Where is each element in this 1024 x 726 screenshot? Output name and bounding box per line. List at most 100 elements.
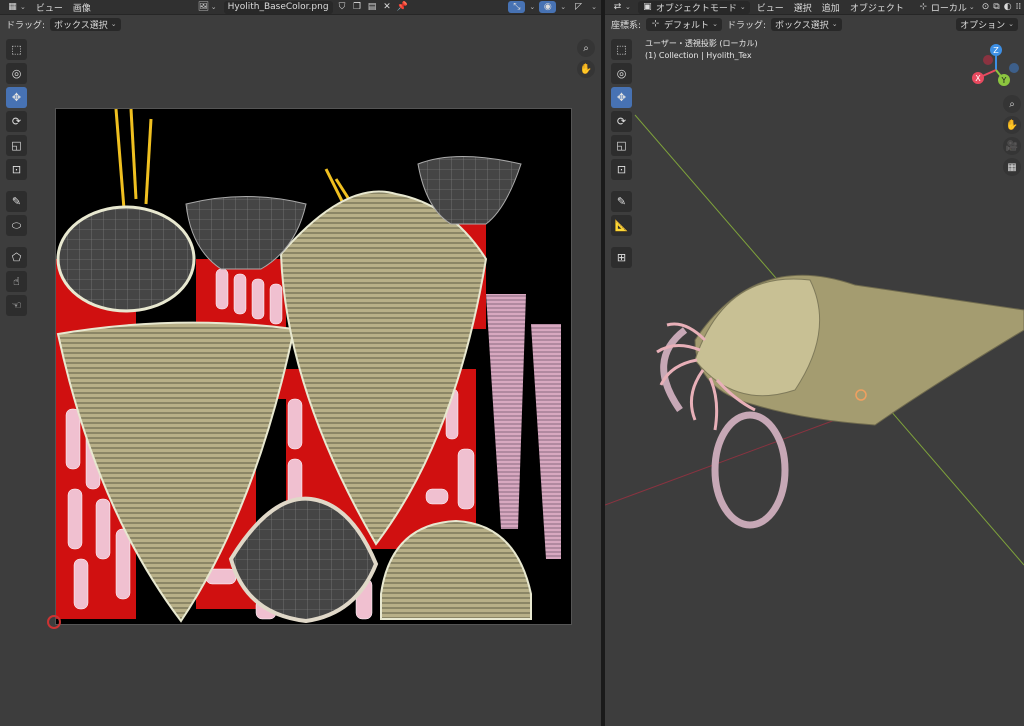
rotate-tool[interactable]: ⟳ — [6, 111, 27, 132]
transform-tool[interactable]: ⊡ — [6, 159, 27, 180]
coord-label: 座標系: — [611, 20, 642, 31]
editor-type-button[interactable]: ⇄ ⌄ — [609, 1, 634, 13]
gizmo-icon: ◸ — [575, 1, 583, 12]
scale-tool[interactable]: ◱ — [611, 135, 632, 156]
scale-icon: ◱ — [11, 139, 22, 152]
cursor-tool[interactable]: ◎ — [611, 63, 632, 84]
overlay-button[interactable]: ◉ — [539, 1, 557, 13]
rip-tool[interactable]: ⬠ — [6, 247, 27, 268]
viewport-tool-settings: 座標系: ⊹ デフォルト ⌄ ドラッグ: ボックス選択 ⌄ オプション ⌄ — [605, 16, 1024, 32]
snap-icon[interactable]: ⧉ — [993, 2, 999, 13]
gizmo-z-label: Z — [993, 46, 999, 55]
gizmo-x-label: X — [975, 74, 981, 83]
add-cube-tool[interactable]: ⊞ — [611, 247, 632, 268]
camera-icon[interactable]: 🎥 — [1003, 137, 1021, 155]
menu-view[interactable]: ビュー — [754, 1, 787, 14]
transform-tool[interactable]: ⊡ — [611, 159, 632, 180]
drag-dropdown[interactable]: ボックス選択 ⌄ — [770, 17, 842, 31]
close-icon[interactable]: ✕ — [382, 2, 393, 13]
coord-icon: ⊹ — [651, 18, 660, 29]
annotate-icon: ✎ — [11, 195, 22, 208]
move-icon: ✥ — [616, 91, 627, 104]
cursor-tool[interactable]: ◎ — [6, 63, 27, 84]
annotate-icon: ✎ — [616, 195, 627, 208]
image-tool-settings: ドラッグ: ボックス選択 ⌄ — [0, 16, 601, 32]
image-nav-gizmo: ⌕ ✋ — [577, 39, 595, 78]
coord-dropdown[interactable]: ⊹ デフォルト ⌄ — [646, 17, 722, 31]
uv-sync-button[interactable]: ⤡ — [508, 1, 526, 13]
cursor-icon: ◎ — [11, 67, 22, 80]
hand-icon[interactable]: ✋ — [577, 60, 595, 78]
relax-icon: ☜ — [11, 299, 22, 312]
zoom-icon[interactable]: ⌕ — [1003, 95, 1021, 113]
move-tool[interactable]: ✥ — [611, 87, 632, 108]
measure-tool[interactable]: 📐 — [611, 215, 632, 236]
rip-icon: ⬠ — [11, 251, 22, 264]
uv-sync-icon: ⤡ — [513, 1, 521, 12]
collection-info: (1) Collection | Hyolith_Tex — [645, 51, 752, 60]
image-name-field[interactable]: Hyolith_BaseColor.png — [223, 0, 333, 14]
copy-icon[interactable]: ❐ — [352, 2, 363, 13]
grid-icon[interactable]: ▦ — [1003, 158, 1021, 176]
hand-icon[interactable]: ✋ — [1003, 116, 1021, 134]
scale-tool[interactable]: ◱ — [6, 135, 27, 156]
pin-icon[interactable]: 📌 — [397, 2, 408, 13]
image-toolbar: ⬚ ◎ ✥ ⟳ ◱ ⊡ ✎ ⬭ ⬠ ☝ ☜ — [6, 39, 28, 316]
select-box-icon: ⬚ — [616, 43, 627, 56]
pinch-icon: ☝ — [13, 275, 20, 288]
navigation-gizmo[interactable]: Z X Y — [966, 40, 1024, 100]
annotate-tool[interactable]: ✎ — [6, 191, 27, 212]
uv-texture-canvas — [56, 108, 561, 624]
editor-type-button[interactable]: ▦ ⌄ — [4, 1, 29, 13]
drag-label: ドラッグ: — [6, 20, 46, 31]
transform-icon: ⊡ — [616, 163, 627, 176]
menu-object[interactable]: オブジェクト — [847, 1, 907, 14]
options-dropdown[interactable]: オプション ⌄ — [956, 17, 1018, 31]
move-icon: ✥ — [11, 91, 22, 104]
image-editor: ▦ ⌄ ビュー 画像 🖼 ⌄ Hyolith_BaseColor.png ⛉ ❐ ▤… — [0, 0, 601, 726]
mode-dropdown[interactable]: ▣ オブジェクトモード ⌄ — [637, 0, 750, 14]
annotate-tool[interactable]: ✎ — [611, 191, 632, 212]
local-axes-icon: ⊹ — [919, 1, 928, 12]
grab-tool[interactable]: ⬭ — [6, 215, 27, 236]
rotate-tool[interactable]: ⟳ — [611, 111, 632, 132]
pink-helen-strips — [486, 294, 561, 559]
zoom-icon[interactable]: ⌕ — [577, 39, 595, 57]
grab-icon: ⬭ — [11, 218, 22, 232]
menu-select[interactable]: 選択 — [791, 1, 815, 14]
menu-view[interactable]: ビュー — [33, 1, 66, 14]
shield-icon[interactable]: ⛉ — [337, 2, 348, 13]
pinch-tool[interactable]: ☝ — [6, 271, 27, 292]
viewport-toolbar: ⬚ ◎ ✥ ⟳ ◱ ⊡ ✎ 📐 ⊞ — [611, 39, 633, 268]
image-browse-button[interactable]: 🖼 ⌄ — [195, 1, 220, 13]
3d-viewport: ⇄ ⌄ ▣ オブジェクトモード ⌄ ビュー 選択 追加 オブジェクト ⊹ ローカル ⌄ ⊙… — [605, 0, 1024, 726]
image-icon: 🖼 — [197, 1, 210, 12]
menu-add[interactable]: 追加 — [819, 1, 843, 14]
rotate-icon: ⟳ — [11, 115, 22, 128]
gizmo-grid-icon[interactable]: ⁞⁞ — [1016, 2, 1022, 13]
drag-dropdown[interactable]: ボックス選択 ⌄ — [50, 17, 121, 31]
menu-image[interactable]: 画像 — [70, 1, 94, 14]
save-icon[interactable]: ▤ — [367, 2, 378, 13]
area-divider[interactable] — [601, 0, 605, 726]
editor-type-icon: ▦ — [8, 1, 17, 12]
overlay-icon: ◉ — [543, 1, 552, 12]
chevron-down-icon: ⌄ — [20, 3, 26, 11]
relax-tool[interactable]: ☜ — [6, 295, 27, 316]
gizmo-button[interactable]: ◸ — [570, 1, 587, 13]
pivot-icon[interactable]: ⊙ — [982, 2, 990, 13]
move-tool[interactable]: ✥ — [6, 87, 27, 108]
measure-icon: 📐 — [614, 219, 629, 232]
select-box-tool[interactable]: ⬚ — [6, 39, 27, 60]
visibility-icon[interactable]: ◐ — [1004, 2, 1012, 13]
scale-icon: ◱ — [616, 139, 627, 152]
2d-cursor-icon[interactable] — [47, 615, 61, 629]
texture-image — [55, 108, 572, 625]
drag-label: ドラッグ: — [726, 20, 766, 31]
viewport-info-overlay: ユーザー・透視投影 (ローカル) (1) Collection | Hyolit… — [645, 38, 758, 62]
helen-loop-front — [711, 411, 789, 529]
yellow-streaks — [114, 108, 354, 210]
image-name-text: Hyolith_BaseColor.png — [227, 2, 329, 12]
transform-orientation-dropdown[interactable]: ⊹ ローカル ⌄ — [915, 1, 978, 14]
select-box-tool[interactable]: ⬚ — [611, 39, 632, 60]
